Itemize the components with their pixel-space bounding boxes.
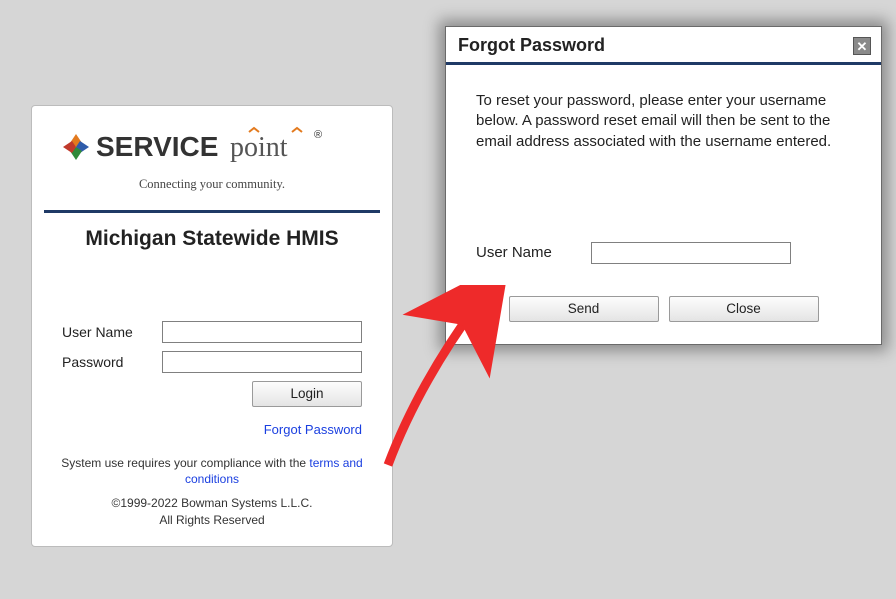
copyright: ©1999-2022 Bowman Systems L.L.C. All Rig…: [52, 495, 372, 527]
dialog-username-input[interactable]: [591, 242, 791, 264]
login-card: SERVICE point ® Connecting your communit…: [31, 105, 393, 547]
close-button[interactable]: Close: [669, 296, 819, 322]
send-button[interactable]: Send: [509, 296, 659, 322]
login-form: User Name Password Login Forgot Password: [32, 321, 392, 439]
system-title: Michigan Statewide HMIS: [44, 227, 380, 251]
servicepoint-logo-icon: SERVICE point ®: [62, 126, 362, 168]
compliance-text: System use requires your compliance with…: [52, 455, 372, 487]
copyright-line2: All Rights Reserved: [159, 513, 264, 527]
login-button[interactable]: Login: [252, 381, 362, 407]
dialog-instructions: To reset your password, please enter you…: [476, 91, 851, 152]
copyright-line1: ©1999-2022 Bowman Systems L.L.C.: [112, 496, 313, 510]
tagline: Connecting your community.: [42, 177, 382, 192]
dialog-title: Forgot Password: [458, 35, 605, 56]
dialog-username-row: User Name: [476, 242, 851, 264]
username-input[interactable]: [162, 321, 362, 343]
forgot-password-dialog: Forgot Password ✕ To reset your password…: [445, 26, 882, 345]
close-icon[interactable]: ✕: [853, 37, 871, 55]
forgot-password-link[interactable]: Forgot Password: [264, 422, 362, 437]
dialog-header: Forgot Password ✕: [446, 27, 881, 65]
brand-service-text: SERVICE: [96, 131, 218, 162]
divider: [44, 210, 380, 213]
logo: SERVICE point ® Connecting your communit…: [32, 106, 392, 210]
password-label: Password: [62, 354, 162, 370]
username-row: User Name: [62, 321, 362, 343]
password-input[interactable]: [162, 351, 362, 373]
svg-text:®: ®: [314, 129, 322, 141]
compliance-prefix: System use requires your compliance with…: [61, 456, 309, 470]
password-row: Password: [62, 351, 362, 373]
username-label: User Name: [62, 324, 162, 340]
brand-point-text: point: [230, 132, 288, 163]
dialog-username-label: User Name: [476, 244, 591, 261]
